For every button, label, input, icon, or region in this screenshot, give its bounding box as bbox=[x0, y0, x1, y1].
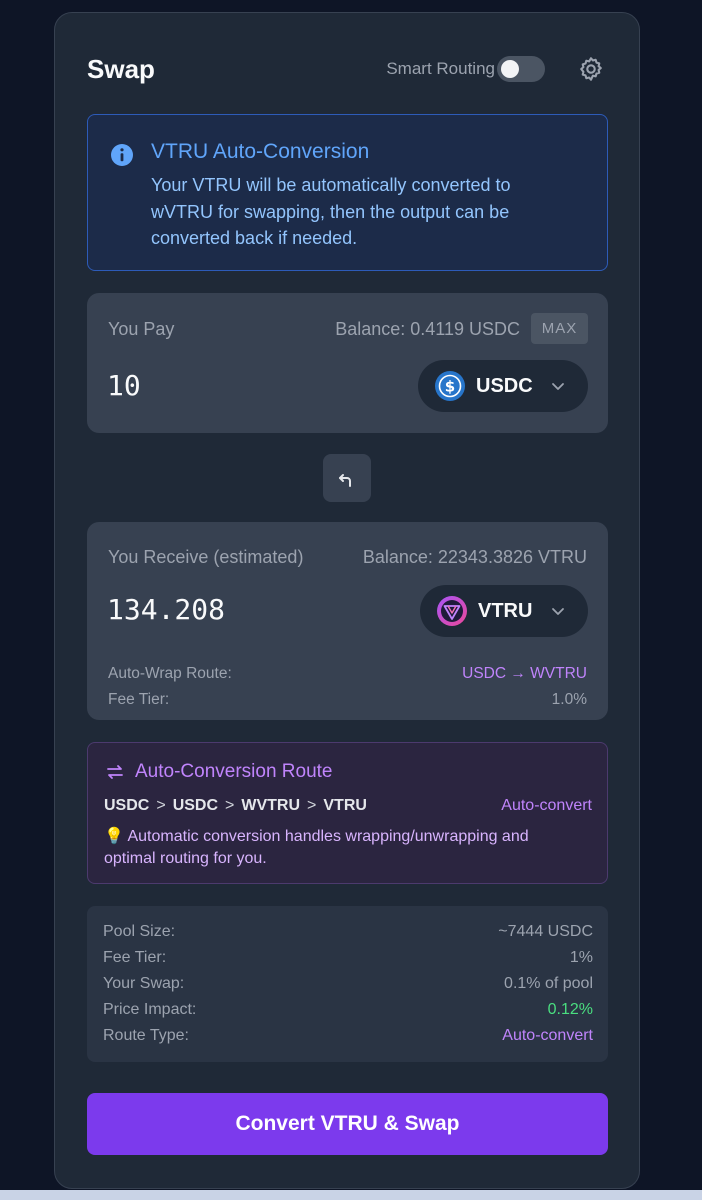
route-step: USDC bbox=[172, 797, 219, 814]
route-step: WVTRU bbox=[241, 797, 301, 814]
smart-routing-label: Smart Routing bbox=[386, 59, 495, 78]
receive-panel: You Receive (estimated) Balance: 22343.3… bbox=[87, 522, 608, 720]
smart-routing-toggle[interactable] bbox=[497, 56, 545, 82]
convert-and-swap-button[interactable]: Convert VTRU & Swap bbox=[87, 1093, 608, 1155]
switch-direction-button[interactable] bbox=[323, 454, 371, 502]
max-button[interactable]: MAX bbox=[531, 313, 588, 344]
price-impact-value: 0.12% bbox=[547, 1001, 593, 1018]
stat-row: Pool Size: ~7444 USDC bbox=[103, 922, 593, 942]
pay-token-symbol: USDC bbox=[476, 375, 533, 397]
svg-text:$: $ bbox=[445, 378, 455, 396]
swap-header: Swap Smart Routing bbox=[87, 53, 615, 85]
auto-wrap-route-row: Auto-Wrap Route: USDC → WVTRU bbox=[108, 664, 587, 684]
route-title: Auto-Conversion Route bbox=[135, 761, 333, 782]
receive-amount: 134.208 bbox=[107, 593, 226, 626]
stat-value: ~7444 USDC bbox=[498, 923, 593, 940]
route-separator: > bbox=[307, 797, 317, 814]
auto-wrap-route-value: USDC → WVTRU bbox=[462, 665, 587, 682]
route-note: 💡 Automatic conversion handles wrapping/… bbox=[104, 828, 529, 867]
stat-value: 0.1% of pool bbox=[504, 975, 593, 992]
route-step: USDC bbox=[104, 797, 150, 814]
swap-card: Swap Smart Routing VTRU Auto-Conversion … bbox=[54, 12, 640, 1189]
stat-row: Price Impact: 0.12% bbox=[103, 1000, 593, 1020]
stat-row: Fee Tier: 1% bbox=[103, 948, 593, 968]
fee-tier-label: Fee Tier: bbox=[108, 691, 170, 708]
fee-tier-value: 1.0% bbox=[551, 691, 587, 708]
stat-label: Your Swap: bbox=[103, 975, 185, 992]
stat-label: Pool Size: bbox=[103, 923, 176, 940]
return-arrow-icon bbox=[339, 474, 351, 487]
auto-conversion-notice: VTRU Auto-Conversion Your VTRU will be a… bbox=[87, 114, 608, 271]
toggle-knob bbox=[501, 60, 519, 78]
route-type-value: Auto-convert bbox=[502, 1027, 593, 1044]
route-path: USDC > USDC > WVTRU > VTRU bbox=[104, 796, 367, 816]
pay-amount-input[interactable]: 10 bbox=[107, 369, 141, 403]
page-bottom-bar bbox=[0, 1190, 702, 1200]
stat-value: 1% bbox=[569, 949, 593, 966]
receive-token-selector[interactable]: VTRU bbox=[420, 585, 588, 637]
route-separator: > bbox=[225, 797, 235, 814]
fee-tier-row: Fee Tier: 1.0% bbox=[108, 690, 587, 710]
swap-arrows-icon bbox=[107, 765, 123, 779]
auto-wrap-route-label: Auto-Wrap Route: bbox=[108, 665, 232, 682]
pay-token-selector[interactable]: $ USDC bbox=[418, 360, 588, 412]
receive-balance: Balance: 22343.3826 VTRU bbox=[362, 547, 587, 567]
pool-stats: Pool Size: ~7444 USDC Fee Tier: 1% Your … bbox=[87, 906, 608, 1062]
route-tag: Auto-convert bbox=[501, 797, 592, 814]
pay-label: You Pay bbox=[108, 319, 175, 339]
stat-label: Route Type: bbox=[103, 1027, 189, 1044]
vtru-icon bbox=[437, 596, 467, 626]
page-title: Swap bbox=[87, 54, 155, 84]
stat-row: Your Swap: 0.1% of pool bbox=[103, 974, 593, 994]
stat-label: Fee Tier: bbox=[103, 949, 167, 966]
notice-title: VTRU Auto-Conversion bbox=[151, 140, 370, 163]
chevron-down-icon bbox=[552, 608, 564, 615]
auto-conversion-route-box: Auto-Conversion Route USDC > USDC > WVTRU > VT… bbox=[87, 742, 608, 884]
notice-text: Your VTRU will be automatically converte… bbox=[151, 175, 511, 248]
usdc-icon: $ bbox=[435, 371, 465, 401]
route-separator: > bbox=[156, 797, 166, 814]
pay-panel: You Pay Balance: 0.4119 USDC MAX 10 $ US… bbox=[87, 293, 608, 433]
route-step: VTRU bbox=[323, 797, 367, 814]
stat-row: Route Type: Auto-convert bbox=[103, 1026, 593, 1046]
info-icon bbox=[111, 144, 133, 166]
receive-label: You Receive (estimated) bbox=[108, 547, 304, 567]
chevron-down-icon bbox=[552, 383, 564, 390]
stat-label: Price Impact: bbox=[103, 1001, 197, 1018]
receive-token-symbol: VTRU bbox=[478, 600, 533, 622]
pay-balance: Balance: 0.4119 USDC bbox=[335, 319, 520, 339]
gear-icon[interactable] bbox=[577, 55, 605, 83]
